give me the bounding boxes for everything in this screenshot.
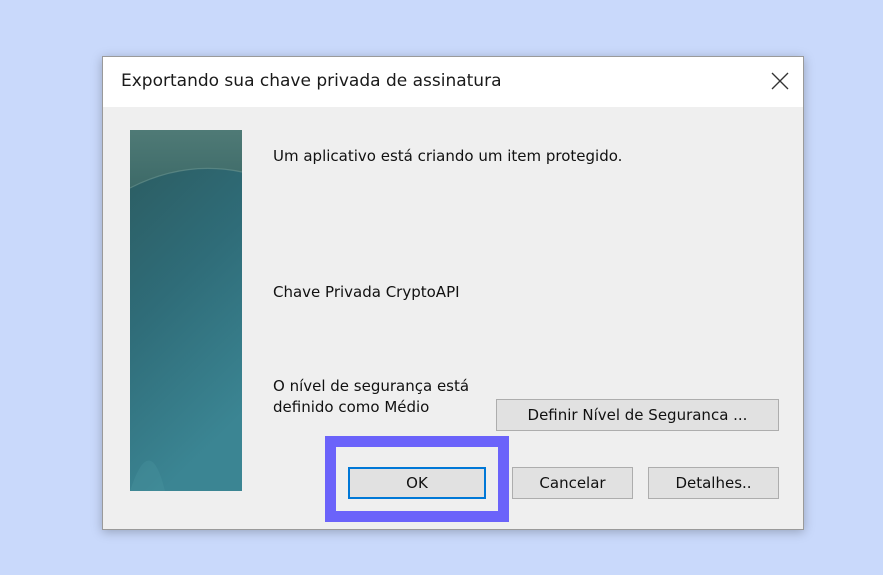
- set-security-level-button[interactable]: Definir Nível de Seguranca ...: [496, 399, 779, 431]
- security-banner-image: [130, 130, 242, 491]
- cancel-button[interactable]: Cancelar: [512, 467, 633, 499]
- close-icon: [771, 72, 789, 90]
- details-button[interactable]: Detalhes..: [648, 467, 779, 499]
- title-bar: Exportando sua chave privada de assinatu…: [103, 57, 803, 107]
- close-button[interactable]: [761, 63, 797, 99]
- info-message: Um aplicativo está criando um item prote…: [273, 147, 623, 165]
- item-name: Chave Privada CryptoAPI: [273, 283, 460, 301]
- dialog-title: Exportando sua chave privada de assinatu…: [121, 71, 502, 91]
- security-level-text-line1: O nível de segurança está: [273, 377, 470, 395]
- ok-button[interactable]: OK: [348, 467, 486, 499]
- export-private-key-dialog: Exportando sua chave privada de assinatu…: [102, 56, 804, 530]
- security-level-text-line2: definido como Médio: [273, 398, 430, 416]
